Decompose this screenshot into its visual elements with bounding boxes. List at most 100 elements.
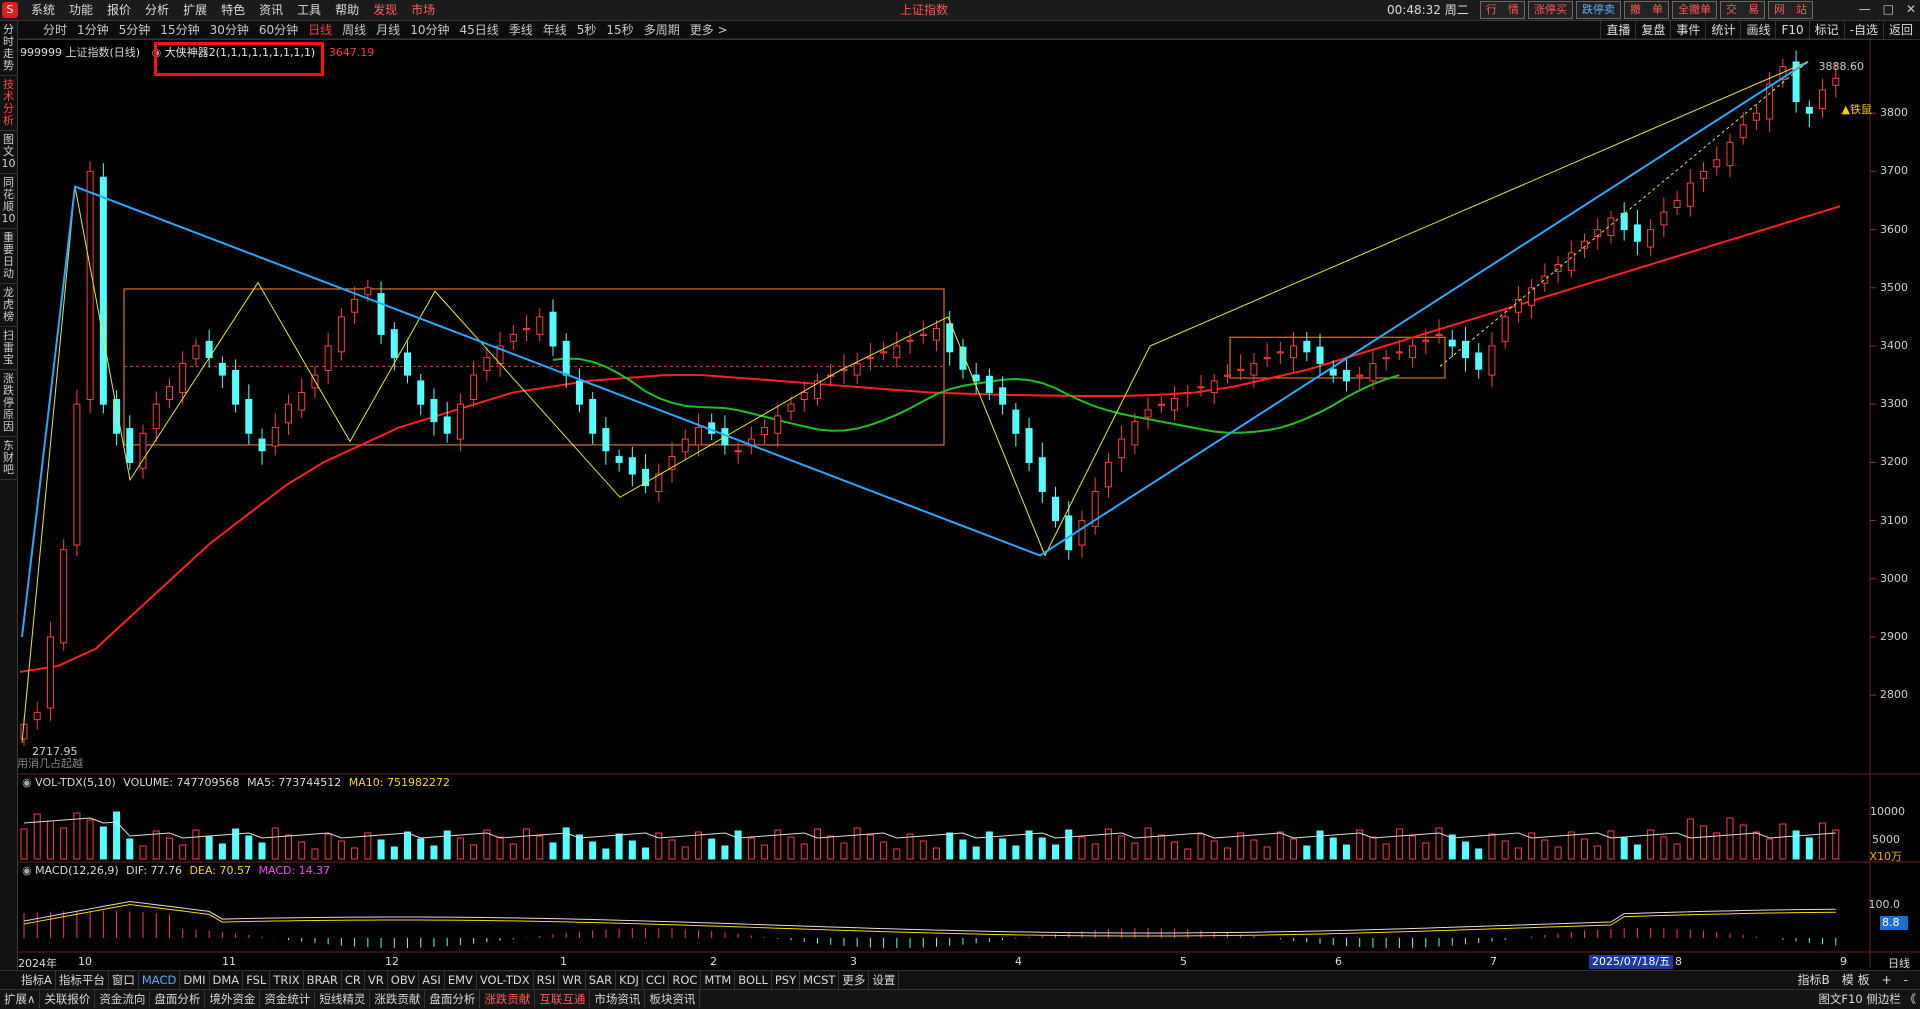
status-item[interactable]: 关联报价: [40, 990, 96, 1008]
candle-body: [1263, 357, 1271, 360]
volume-indicator-name[interactable]: VOL-TDX(5,10): [35, 776, 116, 789]
volume-bar: [1488, 833, 1496, 860]
candle-body: [1819, 89, 1827, 110]
volume-bar: [1805, 837, 1813, 860]
indicator-tab[interactable]: RSI: [534, 971, 560, 989]
indicator-tab[interactable]: 更多: [839, 971, 870, 989]
status-item[interactable]: 扩展∧: [0, 990, 41, 1008]
candle-body: [298, 392, 306, 411]
volume-bar: [589, 841, 597, 860]
candle-body: [1528, 287, 1536, 306]
indicator-tab[interactable]: DMI: [180, 971, 210, 989]
volume-bar: [1342, 844, 1350, 860]
volume-bar: [443, 830, 451, 860]
indicator-tab[interactable]: VR: [365, 971, 388, 989]
status-item[interactable]: 市场资讯: [590, 990, 646, 1008]
candle-body: [1276, 351, 1284, 354]
indicator-tab[interactable]: CCI: [643, 971, 670, 989]
status-item[interactable]: 境外资金: [205, 990, 261, 1008]
time-axis-label: 10: [78, 955, 92, 968]
volume-bar: [126, 838, 134, 860]
indicator-tab[interactable]: BRAR: [304, 971, 342, 989]
indicator-tab[interactable]: 指标A: [18, 971, 56, 989]
volume-bar: [1819, 822, 1827, 860]
candle-body: [1052, 496, 1060, 522]
volume-bar: [1501, 840, 1509, 860]
volume-bar: [1303, 845, 1311, 860]
candle-body: [1607, 217, 1615, 236]
volume-bar: [1237, 832, 1245, 860]
indicator-tab[interactable]: OBV: [388, 971, 420, 989]
volume-bar: [430, 845, 438, 860]
status-item[interactable]: 短线精灵: [315, 990, 371, 1008]
volume-bar: [1726, 817, 1734, 860]
indicator-tab[interactable]: DMA: [210, 971, 244, 989]
candle-body: [1633, 224, 1641, 242]
volume-bar: [324, 833, 332, 860]
volume-bar: [1038, 837, 1046, 860]
template-button[interactable]: -: [1898, 971, 1914, 989]
candle-body: [866, 357, 874, 360]
candle-body: [60, 549, 68, 644]
volume-bar: [1660, 836, 1668, 860]
collapse-icon[interactable]: ◉: [22, 776, 32, 789]
status-bar: 扩展∧ 关联报价 资金流向 盘面分析 境外资金 资金统计 短线精灵 涨跌贡献 盘面分析 涨跌贡献互…: [0, 989, 1920, 1009]
candle-body: [271, 426, 279, 447]
volume-bar: [1792, 830, 1800, 860]
candle-body: [232, 369, 240, 405]
indicator-tab[interactable]: MACD: [139, 971, 181, 989]
volume-bar: [1779, 823, 1787, 860]
volume-bar: [1541, 839, 1549, 860]
indicator-tab[interactable]: MCST: [800, 971, 840, 989]
candle-body: [430, 399, 438, 423]
status-item[interactable]: 涨跌贡献: [370, 990, 426, 1008]
status-item[interactable]: 资金统计: [260, 990, 316, 1008]
volume-value: VOLUME: 747709568: [123, 776, 240, 789]
indicator-tab[interactable]: MTM: [701, 971, 736, 989]
candle-body: [1832, 77, 1840, 86]
indicator-tab[interactable]: WR: [559, 971, 586, 989]
candle-body: [1144, 409, 1152, 418]
status-item[interactable]: 盘面分析: [150, 990, 206, 1008]
indicator-tab[interactable]: TRIX: [270, 971, 304, 989]
indicator-tab[interactable]: KDJ: [616, 971, 643, 989]
indicator-tab[interactable]: ASI: [419, 971, 445, 989]
status-item[interactable]: 涨跌贡献: [480, 990, 536, 1008]
indicator-tab[interactable]: VOL-TDX: [477, 971, 534, 989]
indicator-tab[interactable]: CR: [342, 971, 365, 989]
sidebar-toggle[interactable]: 图文F10 侧边栏 《: [1818, 990, 1916, 1008]
candle-body: [1409, 345, 1417, 359]
candle-body: [1290, 345, 1298, 359]
status-item[interactable]: 资金流向: [95, 990, 151, 1008]
indicator-tab[interactable]: SAR: [586, 971, 617, 989]
template-button[interactable]: 模 板: [1836, 971, 1876, 989]
candle-body: [615, 456, 623, 463]
indicator-tab[interactable]: 窗口: [109, 971, 139, 989]
collapse-icon[interactable]: ◉: [22, 864, 32, 877]
price-axis-label: 3800: [1880, 106, 1908, 120]
time-axis-label: 2: [710, 955, 717, 968]
time-axis-label: 12: [385, 955, 399, 968]
indicator-tab[interactable]: ROC: [669, 971, 702, 989]
volume-bar: [1263, 846, 1271, 860]
volume-bar: [1171, 841, 1179, 860]
volume-bar: [1065, 829, 1073, 860]
macd-indicator-name[interactable]: MACD(12,26,9): [35, 864, 119, 877]
volume-bar: [218, 843, 226, 860]
candle-body: [1356, 374, 1364, 377]
high-price-label: 3888.60: [1818, 60, 1865, 73]
indicator-tab[interactable]: EMV: [445, 971, 477, 989]
indicator-tab[interactable]: 指标平台: [56, 971, 109, 989]
status-item[interactable]: 板块资讯: [645, 990, 701, 1008]
candle-body: [628, 457, 636, 475]
indicator-tab[interactable]: 设置: [869, 971, 900, 989]
kline-chart[interactable]: [0, 0, 1920, 970]
template-button[interactable]: 指标B: [1792, 971, 1836, 989]
template-button[interactable]: +: [1876, 971, 1898, 989]
indicator-tab[interactable]: BOLL: [735, 971, 772, 989]
status-item[interactable]: 互联互通: [535, 990, 591, 1008]
indicator-tab[interactable]: FSL: [243, 971, 271, 989]
indicator-tab[interactable]: PSY: [772, 971, 801, 989]
candle-body: [351, 298, 359, 313]
status-item[interactable]: 盘面分析: [425, 990, 481, 1008]
